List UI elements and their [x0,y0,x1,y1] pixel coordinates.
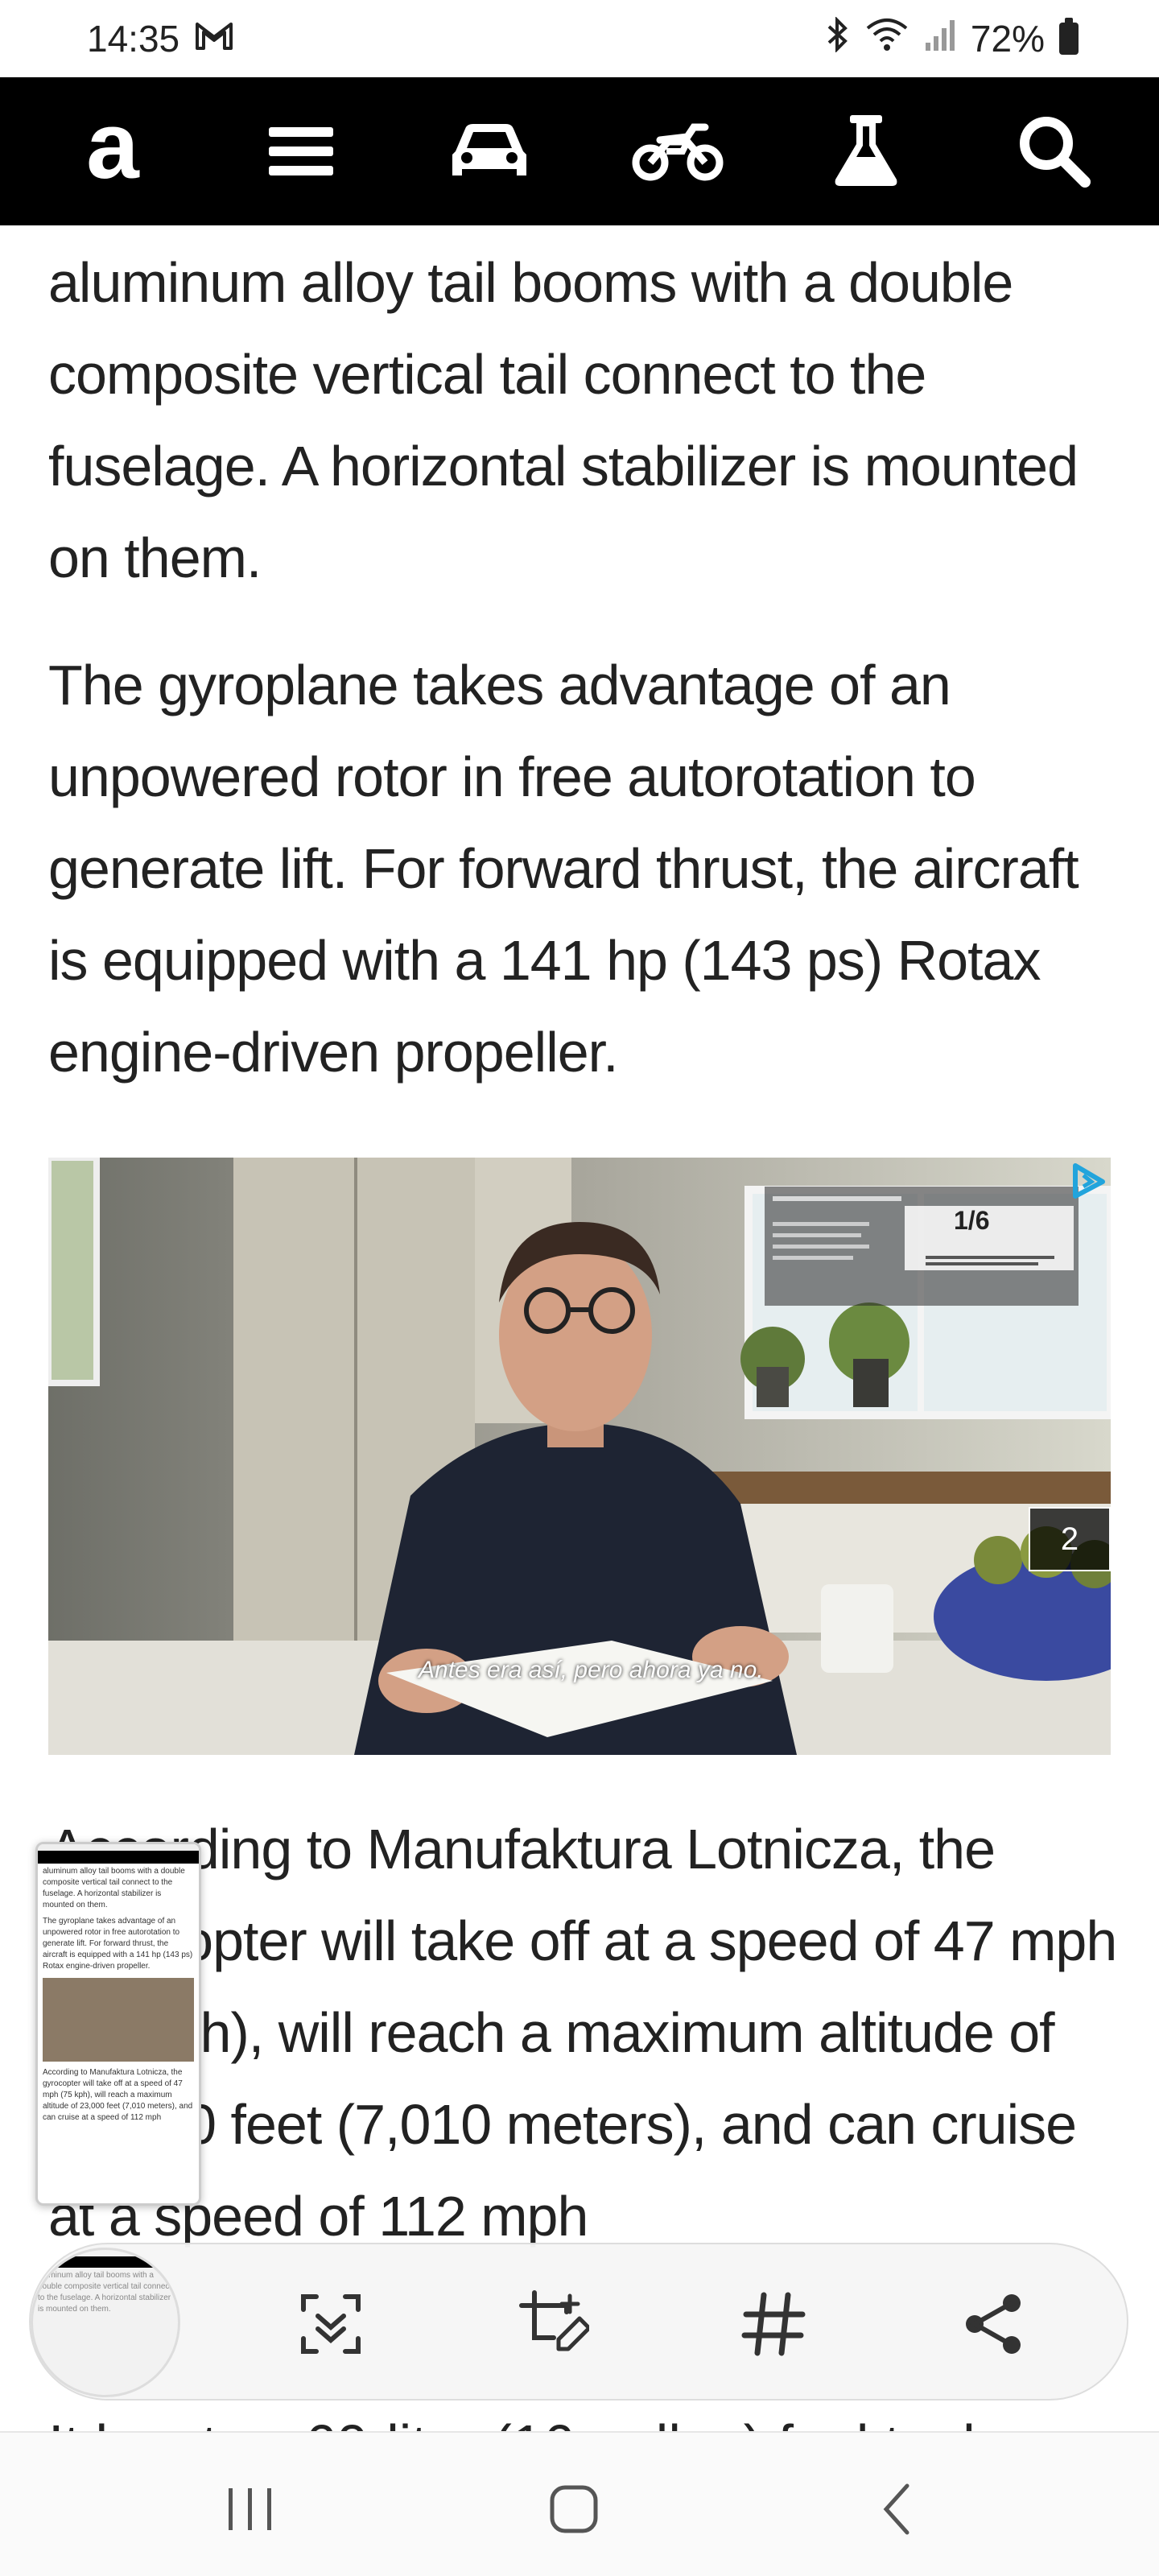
status-left: 14:35 [87,17,234,60]
recent-apps-icon[interactable] [214,2473,287,2545]
screenshot-round-thumbnail[interactable]: aluminum alloy tail booms with a double … [31,2248,180,2397]
crop-edit-icon[interactable] [509,2280,597,2368]
signal-icon [924,17,956,61]
article-paragraph-2: The gyroplane takes advantage of an unpo… [48,654,1079,1084]
video-ad[interactable]: 1/6 2 Antes era así, pero ahora ya no. [48,1158,1111,1755]
preview-video [43,1978,194,2062]
screenshot-toolbar [29,2243,1128,2401]
round-thumb-text: aluminum alloy tail booms with a double … [38,2271,172,2314]
battery-icon [1059,18,1079,55]
home-icon[interactable] [538,2473,610,2545]
status-right: 72% [826,15,1079,61]
preview-text-3: According to Manufaktura Lotnicza, the g… [43,2068,193,2122]
article-paragraph-4-partial: It has two 60-liter (16-gallon) fuel tan… [48,2407,1119,2433]
logo-button[interactable]: a [64,98,161,200]
system-nav-bar [0,2431,1159,2576]
video-caption: Antes era así, pero ahora ya no. [419,1657,764,1683]
battery-percent: 72% [970,18,1045,60]
article-paragraph-4-text: It has two 60-liter (16-gallon) fuel tan… [48,2407,1119,2433]
car-icon[interactable] [441,103,538,200]
share-icon[interactable] [950,2280,1038,2368]
ad-score: 1/6 [954,1206,990,1235]
preview-text-1: aluminum alloy tail booms with a double … [43,1867,185,1909]
menu-icon[interactable] [253,103,349,200]
preview-text-2: The gyroplane takes advantage of an unpo… [43,1917,193,1971]
slide-badge[interactable]: 2 [1029,1507,1111,1571]
preview-status-strip [38,1844,199,1851]
screenshot-preview[interactable]: aluminum alloy tail booms with a double … [35,1842,201,2206]
preview-nav-strip [38,1851,199,1864]
wifi-icon [864,17,909,61]
hashtag-icon[interactable] [729,2280,818,2368]
status-time: 14:35 [87,18,180,60]
article-paragraph-3: According to Manufaktura Lotnicza, the g… [48,1818,1117,2248]
status-bar: 14:35 72% [0,0,1159,77]
gmail-icon [194,17,234,60]
bluetooth-icon [826,15,850,61]
article-paragraph-1: aluminum alloy tail booms with a double … [48,251,1079,589]
motorcycle-icon[interactable] [629,103,726,200]
back-icon[interactable] [861,2473,934,2545]
article-body: aluminum alloy tail booms with a double … [48,225,1119,1133]
site-nav: a [0,77,1159,225]
site-logo: a [86,93,139,199]
search-icon[interactable] [1006,103,1103,200]
flask-icon[interactable] [818,103,914,200]
scan-text-icon[interactable] [287,2280,375,2368]
adchoices-icon[interactable] [1067,1161,1107,1201]
